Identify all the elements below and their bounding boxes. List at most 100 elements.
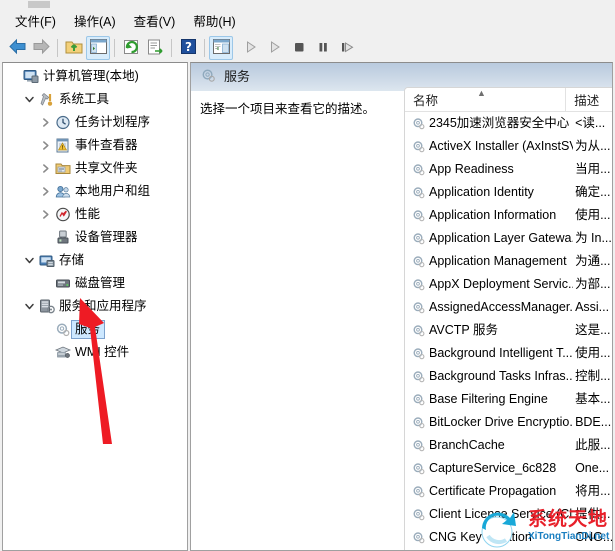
performance-icon: [53, 203, 72, 226]
menu-help[interactable]: 帮助(H): [184, 12, 244, 33]
service-gear-icon: [405, 365, 429, 388]
service-gear-icon: [405, 319, 429, 342]
menu-action[interactable]: 操作(A): [65, 12, 125, 33]
menu-file[interactable]: 文件(F): [6, 12, 65, 33]
chevron-down-icon[interactable]: [22, 249, 37, 272]
play-icon: [244, 40, 258, 57]
back-arrow-icon: [8, 38, 27, 58]
tree-item-storage[interactable]: 存储: [3, 249, 187, 272]
refresh-icon: [123, 39, 140, 58]
table-row[interactable]: BranchCache 此服...: [405, 434, 612, 457]
title-bar: [0, 0, 615, 10]
forward-button: [29, 36, 53, 60]
table-row[interactable]: Application Layer Gatewa... 为 In...: [405, 227, 612, 250]
table-row[interactable]: AVCTP 服务 这是...: [405, 319, 612, 342]
tree-item-label: 任务计划程序: [75, 115, 151, 129]
service-gear-icon: [405, 411, 429, 434]
service-description-cell: 当用...: [575, 162, 611, 176]
toolbar: ?: [0, 34, 615, 62]
table-row[interactable]: Application Management 为通...: [405, 250, 612, 273]
service-gear-icon: [405, 250, 429, 273]
console-tree-pane[interactable]: 计算机管理(本地) 系统工具任务计划程序事件查看器 共享文件夹 本地用户和组 性能 设备管…: [2, 62, 188, 551]
chevron-right-icon[interactable]: [38, 111, 53, 134]
export-list-icon: [147, 39, 164, 58]
chevron-right-icon[interactable]: [38, 157, 53, 180]
service-gear-icon: [405, 135, 429, 158]
up-folder-button[interactable]: [62, 36, 86, 60]
services-apps-icon: [37, 295, 56, 318]
service-name-cell: BranchCache: [429, 438, 505, 452]
service-gear-icon: [405, 227, 429, 250]
service-description-cell: 此服...: [575, 438, 611, 452]
column-header-description[interactable]: 描述: [566, 88, 612, 112]
tree-item-wmi-control[interactable]: WMI 控件: [3, 341, 187, 364]
tree-item-disk-management[interactable]: 磁盘管理: [3, 272, 187, 295]
table-row[interactable]: Background Intelligent T... 使用...: [405, 342, 612, 365]
service-gear-icon: [405, 158, 429, 181]
tree-item-task-scheduler[interactable]: 任务计划程序: [3, 111, 187, 134]
service-gear-icon: [405, 296, 429, 319]
service-name-cell: 2345加速浏览器安全中心: [429, 116, 570, 130]
show-action-pane-button[interactable]: [209, 36, 233, 60]
tree-item-performance[interactable]: 性能: [3, 203, 187, 226]
table-row[interactable]: Base Filtering Engine 基本...: [405, 388, 612, 411]
computer-icon: [21, 65, 40, 88]
service-description-cell: 为从...: [575, 139, 611, 153]
chevron-right-icon[interactable]: [38, 180, 53, 203]
export-list-button[interactable]: [143, 36, 167, 60]
service-description-cell: 为通...: [575, 254, 611, 268]
tree-item-services-and-applications[interactable]: 服务和应用程序: [3, 295, 187, 318]
service-name-cell: AVCTP 服务: [429, 323, 498, 337]
tree-item-label: 服务和应用程序: [59, 299, 147, 313]
tree-item-shared-folders[interactable]: 共享文件夹: [3, 157, 187, 180]
tree-item-local-users-groups[interactable]: 本地用户和组: [3, 180, 187, 203]
service-description-cell: 这是...: [575, 323, 611, 337]
table-row[interactable]: Application Identity 确定...: [405, 181, 612, 204]
menu-view[interactable]: 查看(V): [125, 12, 185, 33]
shared-folders-icon: [53, 157, 72, 180]
table-row[interactable]: Client License Service (Cli... 提供...: [405, 503, 612, 526]
table-row[interactable]: Certificate Propagation 将用...: [405, 480, 612, 503]
tree-item-device-manager[interactable]: 设备管理器: [3, 226, 187, 249]
tree-item-services[interactable]: 服务: [3, 318, 187, 341]
task-scheduler-icon: [53, 111, 72, 134]
table-row[interactable]: AssignedAccessManager... Assi...: [405, 296, 612, 319]
service-description-cell: 确定...: [575, 185, 611, 199]
chevron-right-icon[interactable]: [38, 203, 53, 226]
table-row[interactable]: CNG Key Isolation CNG...: [405, 526, 612, 549]
service-gear-icon: [405, 273, 429, 296]
wmi-control-icon: [53, 341, 72, 364]
refresh-button[interactable]: [119, 36, 143, 60]
service-name-cell: CNG Key Isolation: [429, 530, 532, 544]
services-list-header: 名称 ▲ 描述: [405, 87, 612, 112]
service-description-cell: 使用...: [575, 346, 611, 360]
tree-item-computer-management[interactable]: 计算机管理(本地): [3, 65, 187, 88]
storage-icon: [37, 249, 56, 272]
column-header-name-label: 名称: [413, 94, 439, 108]
folder-up-icon: [65, 39, 83, 58]
table-row[interactable]: App Readiness 当用...: [405, 158, 612, 181]
show-action-pane-icon: [212, 39, 230, 57]
tree-item-system-tools[interactable]: 系统工具: [3, 88, 187, 111]
table-row[interactable]: Application Information 使用...: [405, 204, 612, 227]
table-row[interactable]: CaptureService_6c828 One...: [405, 457, 612, 480]
back-button[interactable]: [5, 36, 29, 60]
chevron-down-icon[interactable]: [22, 295, 37, 318]
services-list-pane[interactable]: 名称 ▲ 描述 2345加速浏览器安全中心 <读... ActiveX Instal…: [404, 87, 612, 550]
tree-item-event-viewer[interactable]: 事件查看器: [3, 134, 187, 157]
chevron-right-icon[interactable]: [38, 134, 53, 157]
chevron-down-icon[interactable]: [22, 88, 37, 111]
show-hide-tree-button[interactable]: [86, 36, 110, 60]
column-header-description-label: 描述: [574, 94, 600, 108]
table-row[interactable]: BitLocker Drive Encryptio... BDE...: [405, 411, 612, 434]
table-row[interactable]: ActiveX Installer (AxInstSV) 为从...: [405, 135, 612, 158]
service-description-cell: 为 In...: [575, 231, 612, 245]
table-row[interactable]: 2345加速浏览器安全中心 <读...: [405, 112, 612, 135]
table-row[interactable]: AppX Deployment Servic... 为部...: [405, 273, 612, 296]
column-header-name[interactable]: 名称 ▲: [405, 87, 567, 112]
sort-ascending-caret-icon: ▲: [477, 87, 486, 98]
stop-service-button: [287, 36, 311, 60]
table-row[interactable]: Background Tasks Infras... 控制...: [405, 365, 612, 388]
help-button[interactable]: ?: [176, 36, 200, 60]
service-name-cell: CaptureService_6c828: [429, 461, 557, 475]
